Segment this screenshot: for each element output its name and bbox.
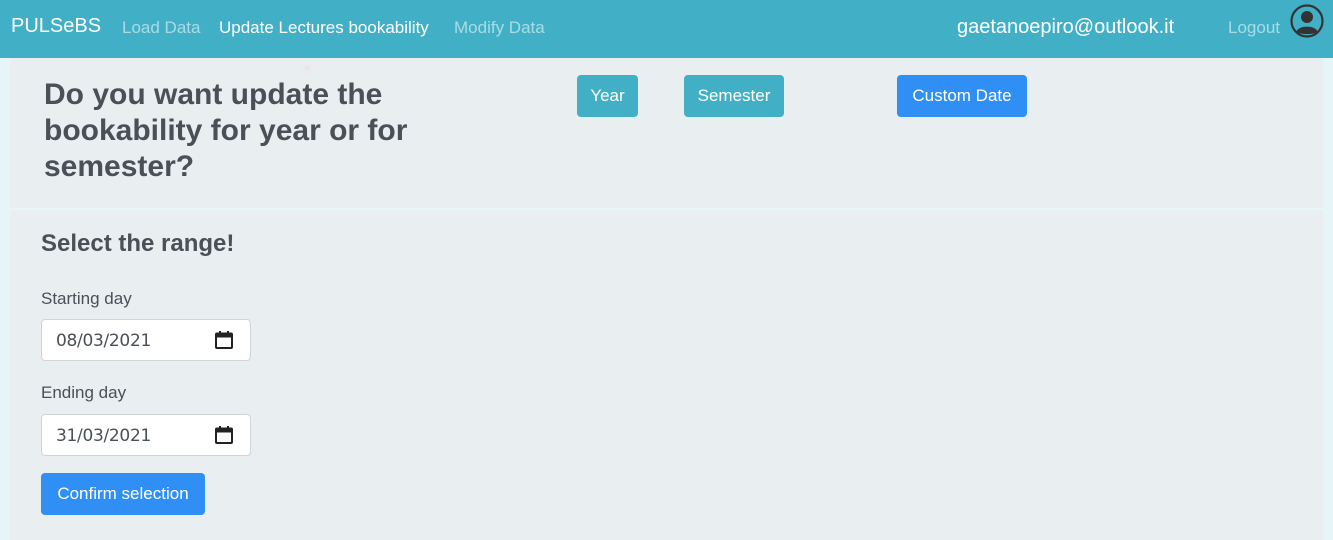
calendar-icon[interactable] xyxy=(214,425,234,445)
ending-day-value: 31/03/2021 xyxy=(56,426,151,446)
user-email: gaetanoepiro@outlook.it xyxy=(957,16,1175,38)
starting-day-value: 08/03/2021 xyxy=(56,331,151,351)
calendar-icon[interactable] xyxy=(214,330,234,350)
nav-modify-data[interactable]: Modify Data xyxy=(454,18,545,38)
semester-button[interactable]: Semester xyxy=(684,75,784,117)
custom-date-button[interactable]: Custom Date xyxy=(897,75,1027,117)
ending-day-input[interactable]: 31/03/2021 xyxy=(41,414,251,456)
user-circle-icon[interactable] xyxy=(1290,4,1324,38)
nav-update-lectures-bookability[interactable]: Update Lectures bookability xyxy=(219,18,429,38)
range-selection-card xyxy=(10,210,1323,540)
sun-icon: ☀ xyxy=(298,59,316,79)
starting-day-label: Starting day xyxy=(41,289,132,308)
ending-day-label: Ending day xyxy=(41,383,127,402)
nav-load-data[interactable]: Load Data xyxy=(122,18,200,38)
top-navbar: PULSeBS Load Data Update Lectures bookab… xyxy=(0,0,1333,58)
brand-logo[interactable]: PULSeBS xyxy=(11,15,101,38)
bookability-question: Do you want update the bookability for y… xyxy=(44,78,408,183)
range-title: Select the range! xyxy=(41,230,235,257)
confirm-selection-button[interactable]: Confirm selection xyxy=(41,473,205,515)
year-button[interactable]: Year xyxy=(577,75,638,117)
logout-link[interactable]: Logout xyxy=(1228,18,1280,38)
starting-day-input[interactable]: 08/03/2021 xyxy=(41,319,251,361)
